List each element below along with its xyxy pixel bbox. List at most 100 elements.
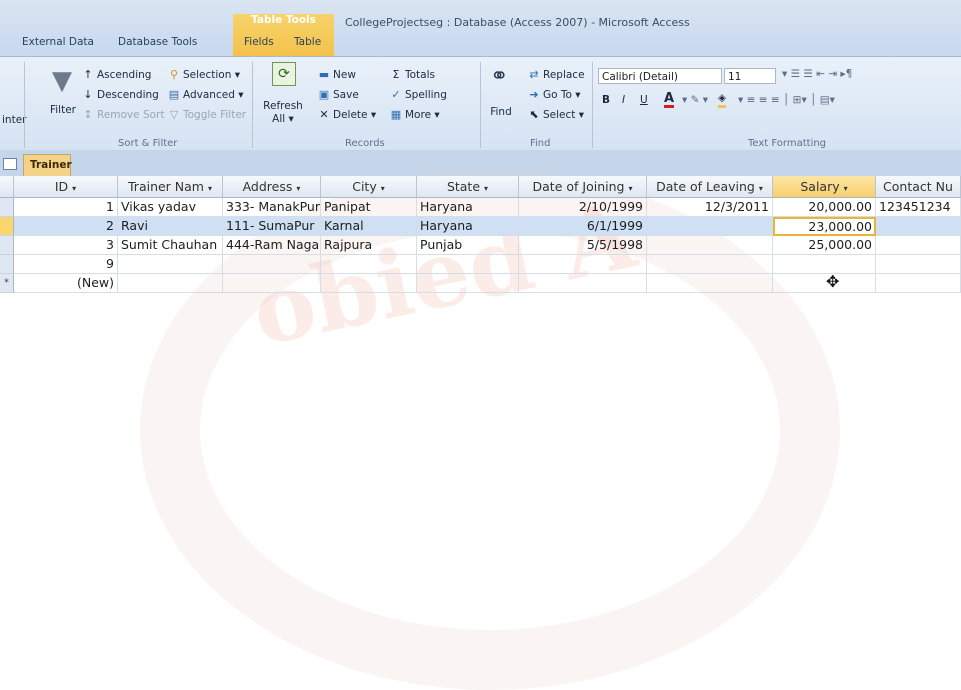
cell-dol[interactable] <box>647 255 773 274</box>
totals-button[interactable]: Σ Totals <box>390 68 435 82</box>
cell-contact[interactable] <box>876 274 961 293</box>
active-cell-editor[interactable]: 23,000.00 <box>773 217 876 236</box>
select-all-corner[interactable] <box>0 176 14 198</box>
column-header-salary[interactable]: Salary ▾ <box>773 176 876 198</box>
record-selector[interactable] <box>0 198 14 217</box>
cell-dol[interactable] <box>647 274 773 293</box>
cell-contact[interactable] <box>876 255 961 274</box>
fill-color-icon[interactable]: ◈ <box>718 92 727 108</box>
cell-state[interactable]: Haryana <box>417 198 519 217</box>
cell-city[interactable]: Rajpura <box>321 236 417 255</box>
cell-city[interactable] <box>321 274 417 293</box>
column-filter-arrow-icon[interactable]: ▾ <box>381 184 385 193</box>
column-header-city[interactable]: City ▾ <box>321 176 417 198</box>
cell-state[interactable] <box>417 274 519 293</box>
cell-salary[interactable] <box>773 255 876 274</box>
selection-button[interactable]: ⚲ Selection ▾ <box>168 68 240 82</box>
record-selector[interactable] <box>0 217 14 236</box>
bullet-list-icon[interactable]: ▾ ☰ ☰ ⇤ ⇥ ▸¶ <box>782 68 852 81</box>
cell-id[interactable]: 1 <box>14 198 118 217</box>
cell-city[interactable]: Panipat <box>321 198 417 217</box>
cell-address[interactable] <box>223 274 321 293</box>
save-button[interactable]: ▣ Save <box>318 88 359 102</box>
table-row[interactable]: 3 Sumit Chauhan 444-Ram Nagar Rajpura Punjab… <box>0 236 961 255</box>
cell-dol[interactable] <box>647 217 773 236</box>
cell-contact[interactable]: 123451234 <box>876 198 961 217</box>
cell-salary[interactable]: 20,000.00 <box>773 198 876 217</box>
column-filter-arrow-icon[interactable]: ▾ <box>72 184 76 193</box>
select-button[interactable]: ⬉ Select ▾ <box>528 108 584 122</box>
cell-dol[interactable]: 12/3/2011 <box>647 198 773 217</box>
toggle-filter-button[interactable]: ▽ Toggle Filter <box>168 108 246 122</box>
spelling-button[interactable]: ✓ Spelling <box>390 88 446 102</box>
cell-doj[interactable] <box>519 255 647 274</box>
column-filter-arrow-icon[interactable]: ▾ <box>759 184 763 193</box>
highlight-icon[interactable]: ▾ ✎ ▾ <box>682 94 708 107</box>
cell-name[interactable]: Sumit Chauhan <box>118 236 223 255</box>
align-icons[interactable]: ▾ ≡ ≡ ≡ │ ⊞▾ │ ▤▾ <box>738 94 835 107</box>
italic-button[interactable]: I <box>622 94 625 107</box>
cell-salary[interactable]: 25,000.00 <box>773 236 876 255</box>
column-filter-arrow-icon[interactable]: ▾ <box>484 184 488 193</box>
advanced-button[interactable]: ▤ Advanced ▾ <box>168 88 244 102</box>
new-record-button[interactable]: ▬ New <box>318 68 356 82</box>
cell-name[interactable]: Vikas yadav <box>118 198 223 217</box>
font-name-select[interactable]: Calibri (Detail) <box>598 68 722 84</box>
column-header-name[interactable]: Trainer Nam ▾ <box>118 176 223 198</box>
cell-address[interactable]: 444-Ram Nagar <box>223 236 321 255</box>
cell-city[interactable]: Karnal <box>321 217 417 236</box>
column-filter-arrow-icon[interactable]: ▾ <box>844 184 848 193</box>
column-header-contact[interactable]: Contact Nu <box>876 176 961 198</box>
cell-doj[interactable]: 2/10/1999 <box>519 198 647 217</box>
font-color-icon[interactable]: A <box>664 92 675 108</box>
cell-id[interactable]: 2 <box>14 217 118 236</box>
cell-state[interactable]: Punjab <box>417 236 519 255</box>
cell-salary[interactable] <box>773 274 876 293</box>
cell-id[interactable]: 9 <box>14 255 118 274</box>
cell-contact[interactable] <box>876 236 961 255</box>
more-button[interactable]: ▦ More ▾ <box>390 108 440 122</box>
cell-dol[interactable] <box>647 236 773 255</box>
refresh-button[interactable]: Refresh <box>258 100 308 112</box>
column-header-state[interactable]: State ▾ <box>417 176 519 198</box>
cell-doj[interactable] <box>519 274 647 293</box>
remove-sort-button[interactable]: ↕ Remove Sort <box>82 108 164 122</box>
tab-external-data[interactable]: External Data <box>22 36 94 48</box>
column-header-address[interactable]: Address ▾ <box>223 176 321 198</box>
cell-id[interactable]: 3 <box>14 236 118 255</box>
record-selector[interactable] <box>0 236 14 255</box>
table-row[interactable]: 9 <box>0 255 961 274</box>
filter-button[interactable]: Filter <box>44 104 82 116</box>
column-header-id[interactable]: ID ▾ <box>14 176 118 198</box>
font-size-select[interactable]: 11 <box>724 68 776 84</box>
refresh-all-label[interactable]: All ▾ <box>258 113 308 125</box>
delete-button[interactable]: ✕ Delete ▾ <box>318 108 376 122</box>
cell-state[interactable]: Haryana <box>417 217 519 236</box>
ascending-button[interactable]: ↑ Ascending <box>82 68 151 82</box>
cell-doj[interactable]: 6/1/1999 <box>519 217 647 236</box>
underline-button[interactable]: U <box>640 94 648 107</box>
tab-fields[interactable]: Fields <box>244 36 274 48</box>
goto-button[interactable]: ➜ Go To ▾ <box>528 88 580 102</box>
navigation-pane-icon[interactable] <box>3 158 17 170</box>
find-button[interactable]: Find <box>484 106 518 118</box>
column-filter-arrow-icon[interactable]: ▾ <box>208 184 212 193</box>
bold-button[interactable]: B <box>602 94 610 107</box>
table-row[interactable]: * (New) <box>0 274 961 293</box>
cell-state[interactable] <box>417 255 519 274</box>
cell-name[interactable]: Ravi <box>118 217 223 236</box>
cell-address[interactable] <box>223 255 321 274</box>
descending-button[interactable]: ↓ Descending <box>82 88 158 102</box>
cell-city[interactable] <box>321 255 417 274</box>
cell-id[interactable]: (New) <box>14 274 118 293</box>
record-selector[interactable] <box>0 255 14 274</box>
column-filter-arrow-icon[interactable]: ▾ <box>296 184 300 193</box>
replace-button[interactable]: ⇄ Replace <box>528 68 584 82</box>
cell-doj[interactable]: 5/5/1998 <box>519 236 647 255</box>
cell-name[interactable] <box>118 255 223 274</box>
record-selector[interactable]: * <box>0 274 14 293</box>
column-header-doj[interactable]: Date of Joining ▾ <box>519 176 647 198</box>
cell-name[interactable] <box>118 274 223 293</box>
column-filter-arrow-icon[interactable]: ▾ <box>628 184 632 193</box>
tab-table[interactable]: Table <box>294 36 321 48</box>
